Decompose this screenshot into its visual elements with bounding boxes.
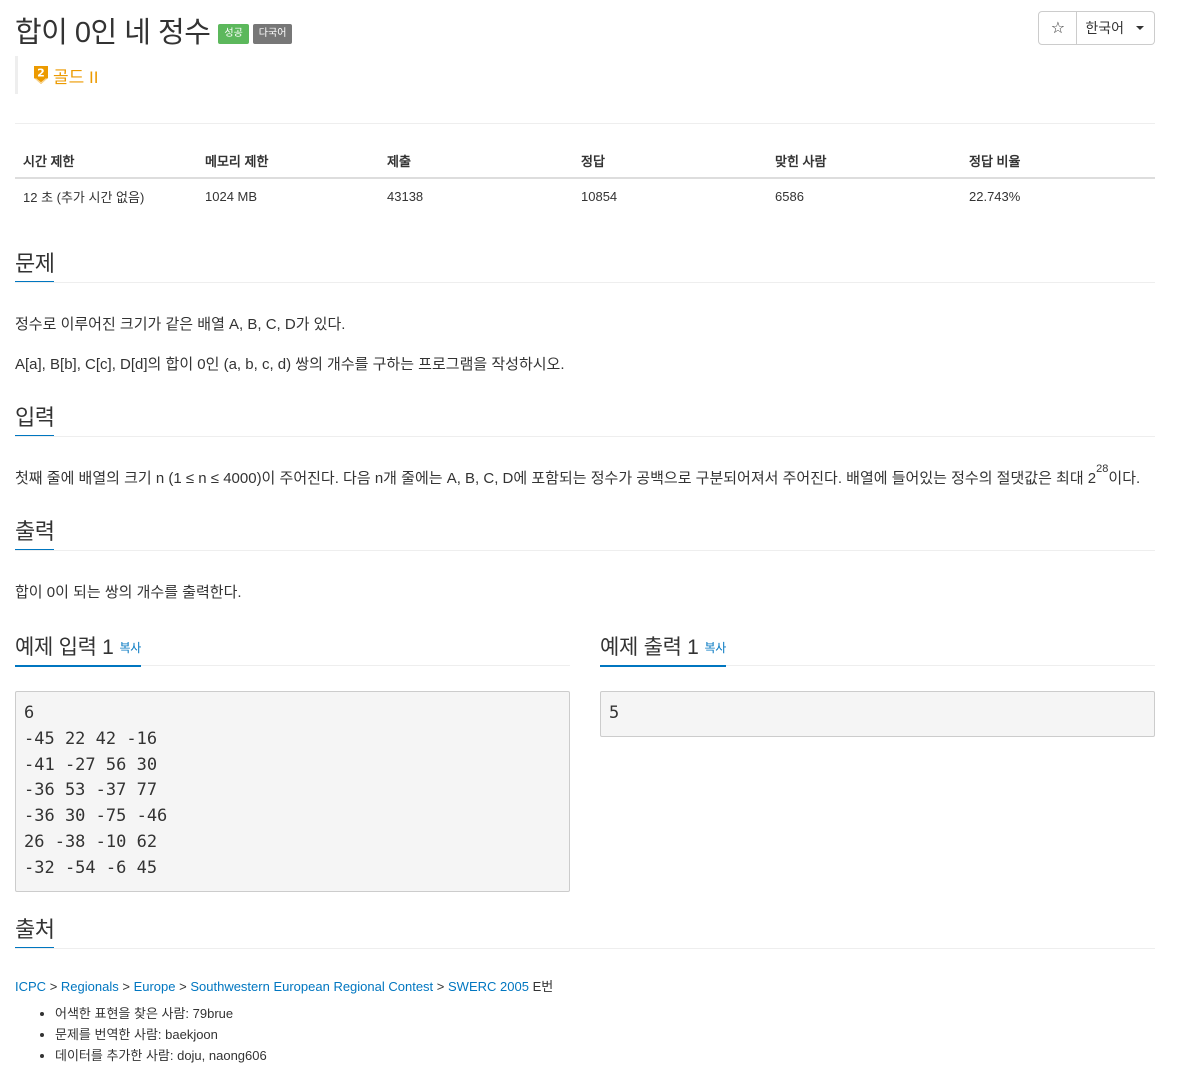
- stats-header: 제출: [379, 143, 573, 179]
- problem-description-line: A[a], B[b], C[c], D[d]의 합이 0인 (a, b, c, …: [15, 356, 565, 373]
- exponent: 28: [1096, 463, 1109, 475]
- source-link-europe[interactable]: Europe: [134, 979, 176, 994]
- breadcrumb-separator: >: [436, 979, 445, 994]
- section-title: 출력: [15, 514, 55, 551]
- stats-header-row: 시간 제한 메모리 제한 제출 정답 맞힌 사람 정답 비율: [15, 143, 1155, 179]
- credits-list: 어색한 표현을 찾은 사람: 79brue 문제를 번역한 사람: baekjo…: [15, 1004, 267, 1067]
- section-divider: [15, 436, 1155, 437]
- caret-down-icon: [1136, 26, 1144, 30]
- stats-cell: 6586: [775, 189, 804, 204]
- credit-item: 문제를 번역한 사람: baekjoon: [55, 1025, 267, 1046]
- input-text: 첫째 줄에 배열의 크기 n (1 ≤ n ≤ 4000)이 주어진다. 다음 …: [15, 470, 1097, 487]
- language-dropdown[interactable]: 한국어: [1077, 11, 1155, 45]
- tier-label: 골드 II: [53, 67, 99, 87]
- stats-cell: 12 초 (추가 시간 없음): [23, 190, 145, 205]
- language-label: 한국어: [1085, 20, 1124, 36]
- stats-cell: 10854: [581, 189, 618, 204]
- multilang-badge: 다국어: [252, 24, 293, 44]
- section-divider: [15, 550, 1155, 551]
- input-section-heading: 입력: [15, 400, 55, 440]
- sample-input-title: 예제 입력 1: [15, 636, 114, 659]
- credit-item: 데이터를 추가한 사람: doju, naong606: [55, 1046, 267, 1067]
- problem-description-line: 정수로 이루어진 크기가 같은 배열 A, B, C, D가 있다.: [15, 316, 346, 333]
- problem-title: 합이 0인 네 정수: [15, 17, 211, 49]
- section-divider: [15, 948, 1155, 949]
- input-text-end: 이다.: [1108, 470, 1141, 487]
- divider: [15, 123, 1155, 124]
- sample-output-heading-row: 예제 출력 1 복사: [600, 630, 1155, 667]
- output-description: 합이 0이 되는 쌍의 개수를 출력한다.: [15, 584, 242, 601]
- source-link-swerc-2005[interactable]: SWERC 2005: [448, 979, 529, 994]
- stats-header: 정답 비율: [961, 143, 1155, 179]
- top-right-controls: ☆ 한국어: [1038, 11, 1155, 45]
- source-link-icpc[interactable]: ICPC: [15, 979, 46, 994]
- sample-input-heading: 예제 입력 1 복사: [15, 631, 141, 667]
- tier-box: 2 골드 II: [15, 56, 98, 94]
- stats-header: 정답: [573, 143, 767, 179]
- breadcrumb-separator: >: [49, 979, 58, 994]
- stats-cell: 43138: [387, 189, 424, 204]
- sample-output-content[interactable]: 5: [600, 691, 1155, 737]
- sample-output-block: 예제 출력 1 복사 5: [600, 630, 1155, 737]
- source-breadcrumb: ICPC > Regionals > Europe > Southwestern…: [15, 976, 553, 995]
- problem-stats-table: 시간 제한 메모리 제한 제출 정답 맞힌 사람 정답 비율 12 초 (추가 …: [15, 143, 1155, 214]
- star-icon: ☆: [1050, 20, 1066, 37]
- section-title: 문제: [15, 246, 55, 283]
- stats-header: 메모리 제한: [197, 143, 379, 179]
- stats-cell: 1024 MB: [205, 189, 258, 204]
- source-problem-number: E번: [532, 979, 554, 994]
- input-description: 첫째 줄에 배열의 크기 n (1 ≤ n ≤ 4000)이 주어진다. 다음 …: [15, 463, 1141, 488]
- sample-output-title: 예제 출력 1: [600, 636, 699, 659]
- sample-input-heading-row: 예제 입력 1 복사: [15, 630, 570, 667]
- sample-input-block: 예제 입력 1 복사 6 -45 22 42 -16 -41 -27 56 30 …: [15, 630, 570, 892]
- title-row: 합이 0인 네 정수 성공 다국어: [15, 10, 293, 50]
- output-section-heading: 출력: [15, 514, 55, 554]
- credit-item: 어색한 표현을 찾은 사람: 79brue: [55, 1004, 267, 1025]
- copy-output-link[interactable]: 복사: [705, 641, 727, 655]
- copy-input-link[interactable]: 복사: [120, 641, 142, 655]
- section-divider: [15, 282, 1155, 283]
- section-title: 입력: [15, 400, 55, 437]
- stats-cell: 22.743%: [969, 189, 1021, 204]
- stats-header: 맞힌 사람: [767, 143, 961, 179]
- source-section-heading: 출처: [15, 912, 55, 952]
- breadcrumb-separator: >: [122, 979, 130, 994]
- breadcrumb-separator: >: [179, 979, 187, 994]
- problem-section-heading: 문제: [15, 246, 55, 286]
- success-badge: 성공: [218, 24, 249, 44]
- sample-input-content[interactable]: 6 -45 22 42 -16 -41 -27 56 30 -36 53 -37…: [15, 691, 570, 892]
- source-link-regionals[interactable]: Regionals: [61, 979, 119, 994]
- section-title: 출처: [15, 912, 55, 949]
- tier-level-text: 2: [37, 67, 45, 80]
- tier-badge-icon: 2: [34, 66, 48, 84]
- stats-row: 12 초 (추가 시간 없음) 1024 MB 43138 10854 6586…: [15, 178, 1155, 214]
- stats-header: 시간 제한: [15, 143, 197, 179]
- source-link-swerc-contest[interactable]: Southwestern European Regional Contest: [190, 979, 433, 994]
- sample-output-heading: 예제 출력 1 복사: [600, 631, 726, 667]
- favorite-button[interactable]: ☆: [1038, 11, 1078, 45]
